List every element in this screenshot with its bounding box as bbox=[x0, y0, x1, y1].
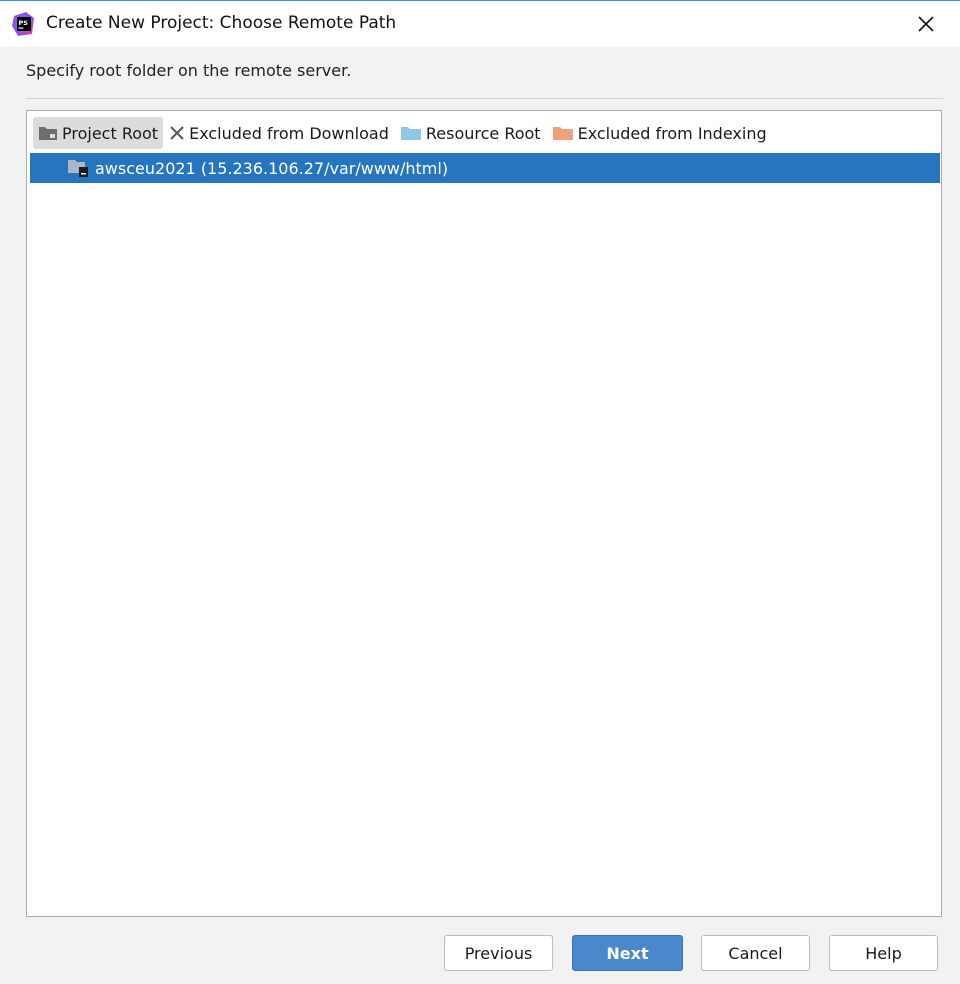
project-root-folder-icon bbox=[38, 125, 58, 141]
separator bbox=[26, 98, 943, 99]
project-root-label: Project Root bbox=[62, 123, 159, 143]
excluded-from-indexing-label: Excluded from Indexing bbox=[577, 123, 767, 143]
help-button[interactable]: Help bbox=[829, 935, 938, 971]
project-root-button[interactable]: Project Root bbox=[33, 117, 164, 149]
cancel-button[interactable]: Cancel bbox=[701, 935, 810, 971]
app-icon-label: PS bbox=[19, 19, 29, 27]
excluded-from-download-label: Excluded from Download bbox=[189, 123, 389, 143]
excluded-from-indexing-button[interactable]: Excluded from Indexing bbox=[547, 117, 772, 149]
resource-root-button[interactable]: Resource Root bbox=[395, 117, 546, 149]
close-button[interactable] bbox=[906, 7, 946, 41]
window-title: Create New Project: Choose Remote Path bbox=[46, 13, 397, 33]
next-button[interactable]: Next bbox=[572, 935, 683, 971]
excluded-folder-icon bbox=[552, 125, 574, 141]
tree-item-remote-root[interactable]: awsceu2021 (15.236.106.27/var/www/html) bbox=[30, 153, 940, 183]
previous-button[interactable]: Previous bbox=[444, 935, 553, 971]
remote-folder-icon bbox=[67, 158, 89, 178]
tree-item-label: awsceu2021 (15.236.106.27/var/www/html) bbox=[95, 158, 449, 178]
root-type-toolbar: Project Root Excluded from Download Reso… bbox=[33, 117, 773, 149]
x-icon bbox=[169, 125, 185, 141]
resource-root-label: Resource Root bbox=[425, 123, 541, 143]
remote-tree-panel[interactable]: Project Root Excluded from Download Reso… bbox=[26, 110, 942, 917]
phpstorm-app-icon: PS bbox=[12, 12, 34, 36]
title-bar: PS Create New Project: Choose Remote Pat… bbox=[0, 1, 960, 47]
instruction-text: Specify root folder on the remote server… bbox=[26, 61, 352, 80]
excluded-from-download-button[interactable]: Excluded from Download bbox=[164, 117, 394, 149]
resource-folder-icon bbox=[400, 125, 422, 141]
close-icon bbox=[918, 16, 934, 32]
